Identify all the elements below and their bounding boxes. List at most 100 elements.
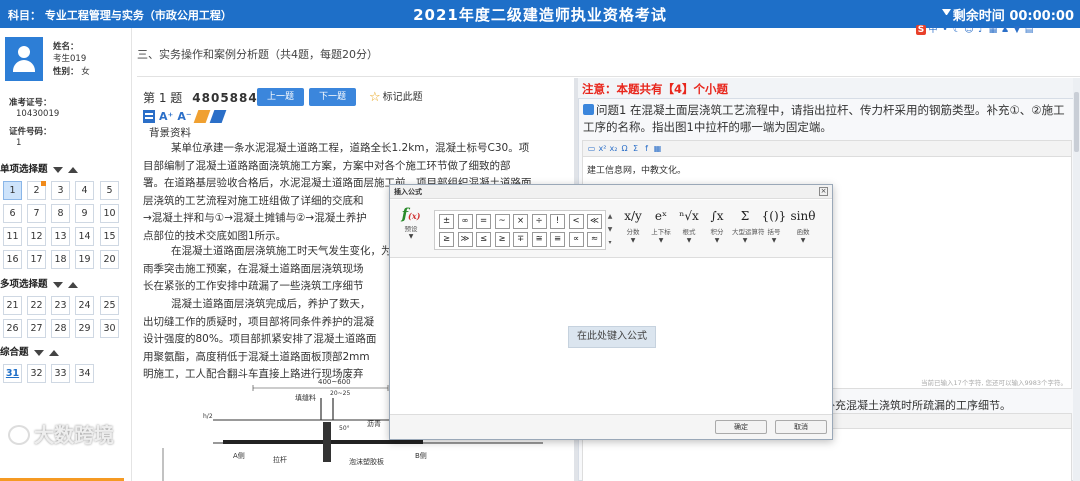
formula-tool-icon[interactable]: x/y [620, 204, 646, 228]
symbol-button[interactable]: ≪ [587, 214, 602, 229]
symbol-button[interactable]: ∝ [568, 232, 584, 247]
question-nav-item[interactable]: 12 [27, 227, 46, 246]
cancel-button[interactable]: 取消 [775, 420, 827, 434]
ok-button[interactable]: 确定 [715, 420, 767, 434]
grid-view-icon[interactable] [143, 109, 155, 123]
symbol-button[interactable]: ! [550, 214, 565, 229]
punctuation-icon[interactable]: • [940, 25, 950, 35]
question-nav-item[interactable]: 10 [100, 204, 119, 223]
next-question-button[interactable]: 下一题 [309, 88, 356, 106]
question-nav-item[interactable]: 22 [27, 296, 46, 315]
prev-question-button[interactable]: 上一题 [257, 88, 304, 106]
formula-edit-area[interactable]: 在此处键入公式 [390, 259, 832, 414]
save-icon[interactable]: ▭ [587, 144, 596, 153]
collapse-up-icon[interactable] [48, 349, 59, 356]
vertical-scrollbar[interactable] [1073, 78, 1080, 481]
symbol-button[interactable]: ≡ [550, 232, 565, 247]
section-single-choice[interactable]: 单项选择题 [0, 161, 78, 175]
formula-tool-icon[interactable]: {()} [761, 204, 787, 228]
formula-tool-3[interactable]: ∫x 积分 ▼ [704, 204, 730, 256]
question-nav-item[interactable]: 15 [100, 227, 119, 246]
formula-icon[interactable]: f [642, 144, 651, 153]
question-nav-item[interactable]: 21 [3, 296, 22, 315]
mic-icon[interactable]: ♪ [976, 25, 986, 35]
chinese-input-icon[interactable]: 中 [928, 25, 938, 35]
symbol-button[interactable]: < [568, 214, 584, 229]
question-nav-item[interactable]: 11 [3, 227, 22, 246]
symbol-button[interactable]: ∞ [457, 214, 473, 229]
formula-tool-5[interactable]: {()} 括号 ▼ [761, 204, 787, 256]
symbol-button[interactable]: ≥ [439, 232, 454, 247]
question-nav-item[interactable]: 8 [51, 204, 70, 223]
question-nav-item[interactable]: 27 [27, 319, 46, 338]
formula-tool-1[interactable]: eˣ 上下标 ▼ [648, 204, 674, 256]
subscript-icon[interactable]: x₂ [609, 144, 618, 153]
formula-tool-6[interactable]: sinθ 函数 ▼ [790, 204, 816, 256]
collapse-down-icon[interactable] [33, 349, 44, 356]
highlighter-icon[interactable] [193, 109, 211, 123]
question-nav-item[interactable]: 7 [27, 204, 46, 223]
smile-icon[interactable]: ☺ [964, 25, 974, 35]
formula-tool-icon[interactable]: sinθ [790, 204, 816, 228]
question-nav-item[interactable]: 4 [75, 181, 94, 200]
formula-tool-0[interactable]: x/y 分数 ▼ [620, 204, 646, 256]
symbol-button[interactable]: ± [439, 214, 454, 229]
question-nav-item[interactable]: 1 [3, 181, 22, 200]
question-nav-item[interactable]: 30 [100, 319, 119, 338]
collapse-up-icon[interactable] [67, 166, 78, 173]
eraser-icon[interactable] [209, 109, 227, 123]
chevron-down-icon[interactable]: ▼ [648, 237, 674, 245]
question-nav-item[interactable]: 16 [3, 250, 22, 269]
close-icon[interactable]: × [819, 187, 828, 196]
question-nav-item[interactable]: 28 [51, 319, 70, 338]
shirt-icon[interactable]: ▼ [1012, 25, 1022, 35]
section-multi-choice[interactable]: 多项选择题 [0, 276, 78, 290]
scrollbar-thumb[interactable] [1074, 92, 1079, 152]
question-nav-item[interactable]: 29 [75, 319, 94, 338]
table-icon[interactable]: ▦ [653, 144, 662, 153]
collapse-down-icon[interactable] [52, 281, 63, 288]
question-nav-item[interactable]: 6 [3, 204, 22, 223]
formula-tool-icon[interactable]: eˣ [648, 204, 674, 228]
formula-tool-4[interactable]: Σ 大型运算符 ▼ [732, 204, 765, 256]
symbol-button[interactable]: × [513, 214, 528, 229]
question-nav-item[interactable]: 9 [75, 204, 94, 223]
symbol-button[interactable]: ≥ [494, 232, 510, 247]
formula-tool-icon[interactable]: ∫x [704, 204, 730, 228]
grid-icon[interactable]: ▤ [1024, 25, 1034, 35]
formula-tool-2[interactable]: ⁿ√x 根式 ▼ [676, 204, 702, 256]
user-icon[interactable]: ♟ [1000, 25, 1010, 35]
chevron-down-icon[interactable]: ▼ [676, 237, 702, 245]
question-nav-item[interactable]: 25 [100, 296, 119, 315]
formula-tool-icon[interactable]: Σ [732, 204, 758, 228]
symbol-button[interactable]: ≤ [476, 232, 491, 247]
chevron-down-icon[interactable]: ▼ [790, 237, 816, 245]
collapse-up-icon[interactable] [67, 281, 78, 288]
font-decrease-icon[interactable]: A⁻ [177, 110, 191, 123]
question-nav-item[interactable]: 13 [51, 227, 70, 246]
symbol-scroll[interactable]: ▲ ▼ ▾ [607, 210, 613, 250]
moon-icon[interactable]: ☾ [952, 25, 962, 35]
omega-icon[interactable]: Ω [620, 144, 629, 153]
chevron-down-icon[interactable]: ▼ [761, 237, 787, 245]
sogou-icon[interactable]: S [916, 25, 926, 35]
chevron-down-icon[interactable]: ▼ [732, 237, 758, 245]
keyboard-icon[interactable]: ▦ [988, 25, 998, 35]
answer-1-text[interactable]: 建工信息网，中教文化。 [587, 163, 686, 176]
question-nav-item[interactable]: 26 [3, 319, 22, 338]
symbol-button[interactable]: ≫ [457, 232, 473, 247]
formula-tool-icon[interactable]: ⁿ√x [676, 204, 702, 228]
mark-question-button[interactable]: ☆ 标记此题 [369, 88, 423, 105]
font-increase-icon[interactable]: A⁺ [159, 110, 173, 123]
chevron-down-icon[interactable]: ▼ [620, 237, 646, 245]
symbol-button[interactable]: ÷ [531, 214, 547, 229]
question-nav-item[interactable]: 19 [75, 250, 94, 269]
question-nav-item[interactable]: 2 [27, 181, 46, 200]
preset-button[interactable]: f(x) 预设 ▼ [395, 205, 427, 255]
question-nav-item[interactable]: 34 [75, 364, 94, 383]
question-nav-item[interactable]: 32 [27, 364, 46, 383]
question-nav-item[interactable]: 14 [75, 227, 94, 246]
function-icon[interactable]: f(x) [395, 205, 427, 223]
superscript-icon[interactable]: x² [598, 144, 607, 153]
chevron-down-icon[interactable]: ▼ [395, 233, 427, 240]
